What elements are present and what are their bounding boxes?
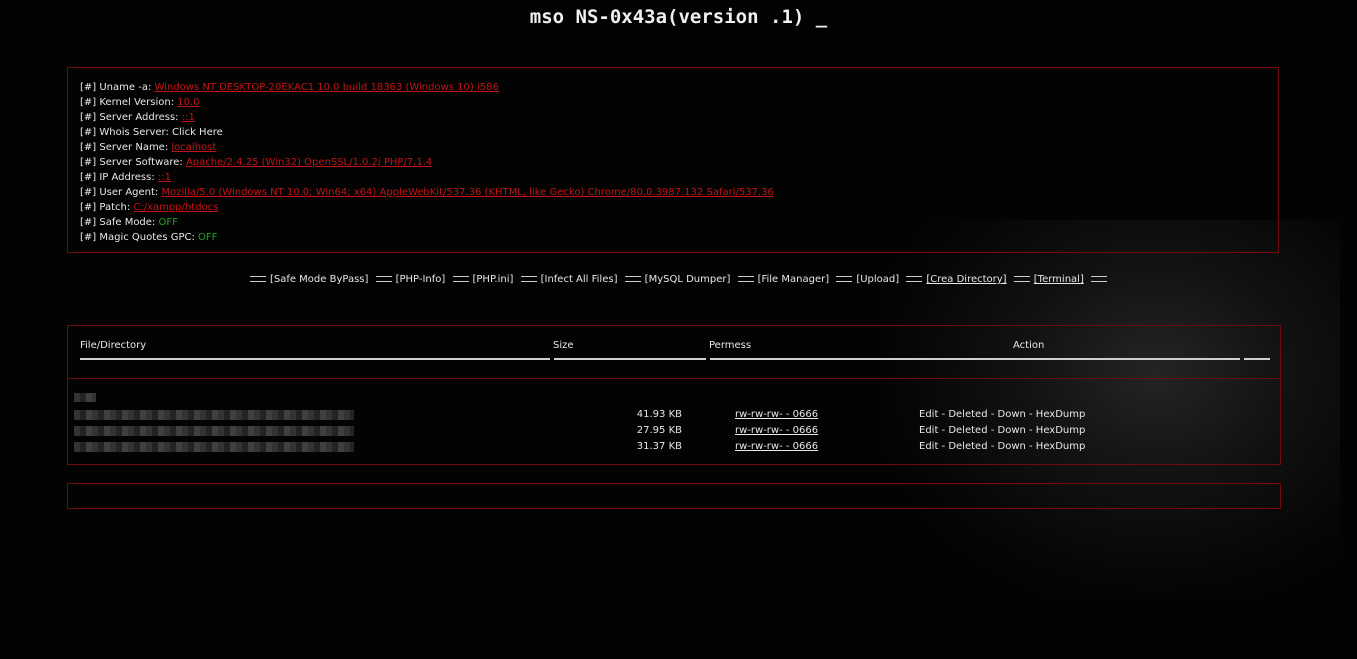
info-row-server-name: [#] Server Name: localhost [80, 140, 1266, 155]
menu-separator [1091, 276, 1108, 282]
header-underline [554, 358, 706, 360]
file-actions[interactable]: Edit - Deleted - Down - HexDump [919, 439, 1085, 455]
info-row-server-address: [#] Server Address: ::1 [80, 110, 1266, 125]
file-actions[interactable]: Edit - Deleted - Down - HexDump [919, 407, 1085, 423]
menu-safe-mode-bypass[interactable]: [Safe Mode ByPass] [270, 274, 368, 285]
table-row: 31.37 KB rw-rw-rw- - 0666 Edit - Deleted… [68, 439, 1280, 455]
blurred-filename[interactable] [74, 442, 354, 452]
table-row: 41.93 KB rw-rw-rw- - 0666 Edit - Deleted… [68, 407, 1280, 423]
header-size: Size [553, 340, 574, 351]
user-agent-value[interactable]: Mozilla/5.0 (Windows NT 10.0; Win64; x64… [161, 187, 773, 198]
server-software-value[interactable]: Apache/2.4.25 (Win32) OpenSSL/1.0.2j PHP… [186, 157, 432, 168]
info-row-kernel: [#] Kernel Version: 10.0 [80, 95, 1266, 110]
file-table: File/Directory Size Permess Action 41.93… [67, 325, 1281, 465]
info-label: [#] User Agent: [80, 187, 162, 198]
safe-mode-value: OFF [158, 217, 178, 228]
info-label: [#] Kernel Version: [80, 97, 178, 108]
main-menu: [Safe Mode ByPass] [PHP-Info] [PHP.ini] … [0, 274, 1357, 285]
info-row-magic-quotes: [#] Magic Quotes GPC: OFF [80, 230, 1266, 245]
header-file-directory: File/Directory [80, 340, 147, 351]
menu-crea-directory[interactable]: [Crea Directory] [926, 274, 1006, 285]
info-label: [#] Uname -a: [80, 82, 155, 93]
info-label: [#] Patch: [80, 202, 134, 213]
info-row-uname: [#] Uname -a: Windows NT DESKTOP-20EKAC1… [80, 80, 1266, 95]
menu-separator [624, 276, 641, 282]
menu-separator [249, 276, 266, 282]
info-label: [#] Whois Server: [80, 127, 173, 138]
header-permess: Permess [709, 340, 752, 351]
info-label: [#] Server Address: [80, 112, 182, 123]
menu-separator [452, 276, 469, 282]
header-underline [1244, 358, 1270, 360]
menu-terminal[interactable]: [Terminal] [1034, 274, 1084, 285]
info-row-patch: [#] Patch: C:/xampp/htdocs [80, 200, 1266, 215]
patch-value[interactable]: C:/xampp/htdocs [133, 202, 218, 213]
menu-mysql-dumper[interactable]: [MySQL Dumper] [645, 274, 731, 285]
table-header: File/Directory Size Permess Action [68, 326, 1280, 379]
server-name-value[interactable]: localhost [171, 142, 216, 153]
server-info-panel: [#] Uname -a: Windows NT DESKTOP-20EKAC1… [67, 67, 1279, 253]
menu-file-manager[interactable]: [File Manager] [758, 274, 830, 285]
menu-separator [906, 276, 923, 282]
blurred-filename[interactable] [74, 426, 354, 436]
page-title: mso NS-0x43a(version .1) _ [529, 6, 828, 28]
menu-separator [520, 276, 537, 282]
info-row-safe-mode: [#] Safe Mode: OFF [80, 215, 1266, 230]
permission-link[interactable]: rw-rw-rw- - 0666 [735, 407, 818, 423]
menu-infect-all-files[interactable]: [Infect All Files] [541, 274, 618, 285]
info-row-server-software: [#] Server Software: Apache/2.4.25 (Win3… [80, 155, 1266, 170]
whois-link[interactable]: Click Here [172, 127, 223, 138]
magic-quotes-value: OFF [198, 232, 218, 243]
menu-separator [375, 276, 392, 282]
table-row: 27.95 KB rw-rw-rw- - 0666 Edit - Deleted… [68, 423, 1280, 439]
menu-upload[interactable]: [Upload] [856, 274, 899, 285]
file-size: 41.93 KB [636, 409, 682, 420]
menu-separator [737, 276, 754, 282]
menu-php-info[interactable]: [PHP-Info] [396, 274, 446, 285]
ip-address-value[interactable]: ::1 [158, 172, 171, 183]
info-row-user-agent: [#] User Agent: Mozilla/5.0 (Windows NT … [80, 185, 1266, 200]
permission-link[interactable]: rw-rw-rw- - 0666 [735, 423, 818, 439]
file-size: 27.95 KB [636, 425, 682, 436]
file-size: 31.37 KB [636, 441, 682, 452]
info-label: [#] Server Name: [80, 142, 172, 153]
uname-value[interactable]: Windows NT DESKTOP-20EKAC1 10.0 build 18… [155, 82, 499, 93]
info-row-whois: [#] Whois Server: Click Here [80, 125, 1266, 140]
menu-separator [1013, 276, 1030, 282]
info-row-ip: [#] IP Address: ::1 [80, 170, 1266, 185]
blurred-filename[interactable] [74, 410, 354, 420]
info-label: [#] Safe Mode: [80, 217, 159, 228]
info-label: [#] Magic Quotes GPC: [80, 232, 199, 243]
kernel-value[interactable]: 10.0 [177, 97, 199, 108]
permission-link[interactable]: rw-rw-rw- - 0666 [735, 439, 818, 455]
file-actions[interactable]: Edit - Deleted - Down - HexDump [919, 423, 1085, 439]
header-underline [710, 358, 1240, 360]
output-panel [67, 483, 1281, 509]
info-label: [#] Server Software: [80, 157, 186, 168]
menu-separator [836, 276, 853, 282]
blurred-filename [74, 393, 96, 402]
menu-php-ini[interactable]: [PHP.ini] [473, 274, 514, 285]
info-label: [#] IP Address: [80, 172, 158, 183]
header-underline [80, 358, 550, 360]
server-address-value[interactable]: ::1 [182, 112, 195, 123]
header-action: Action [1013, 340, 1045, 351]
